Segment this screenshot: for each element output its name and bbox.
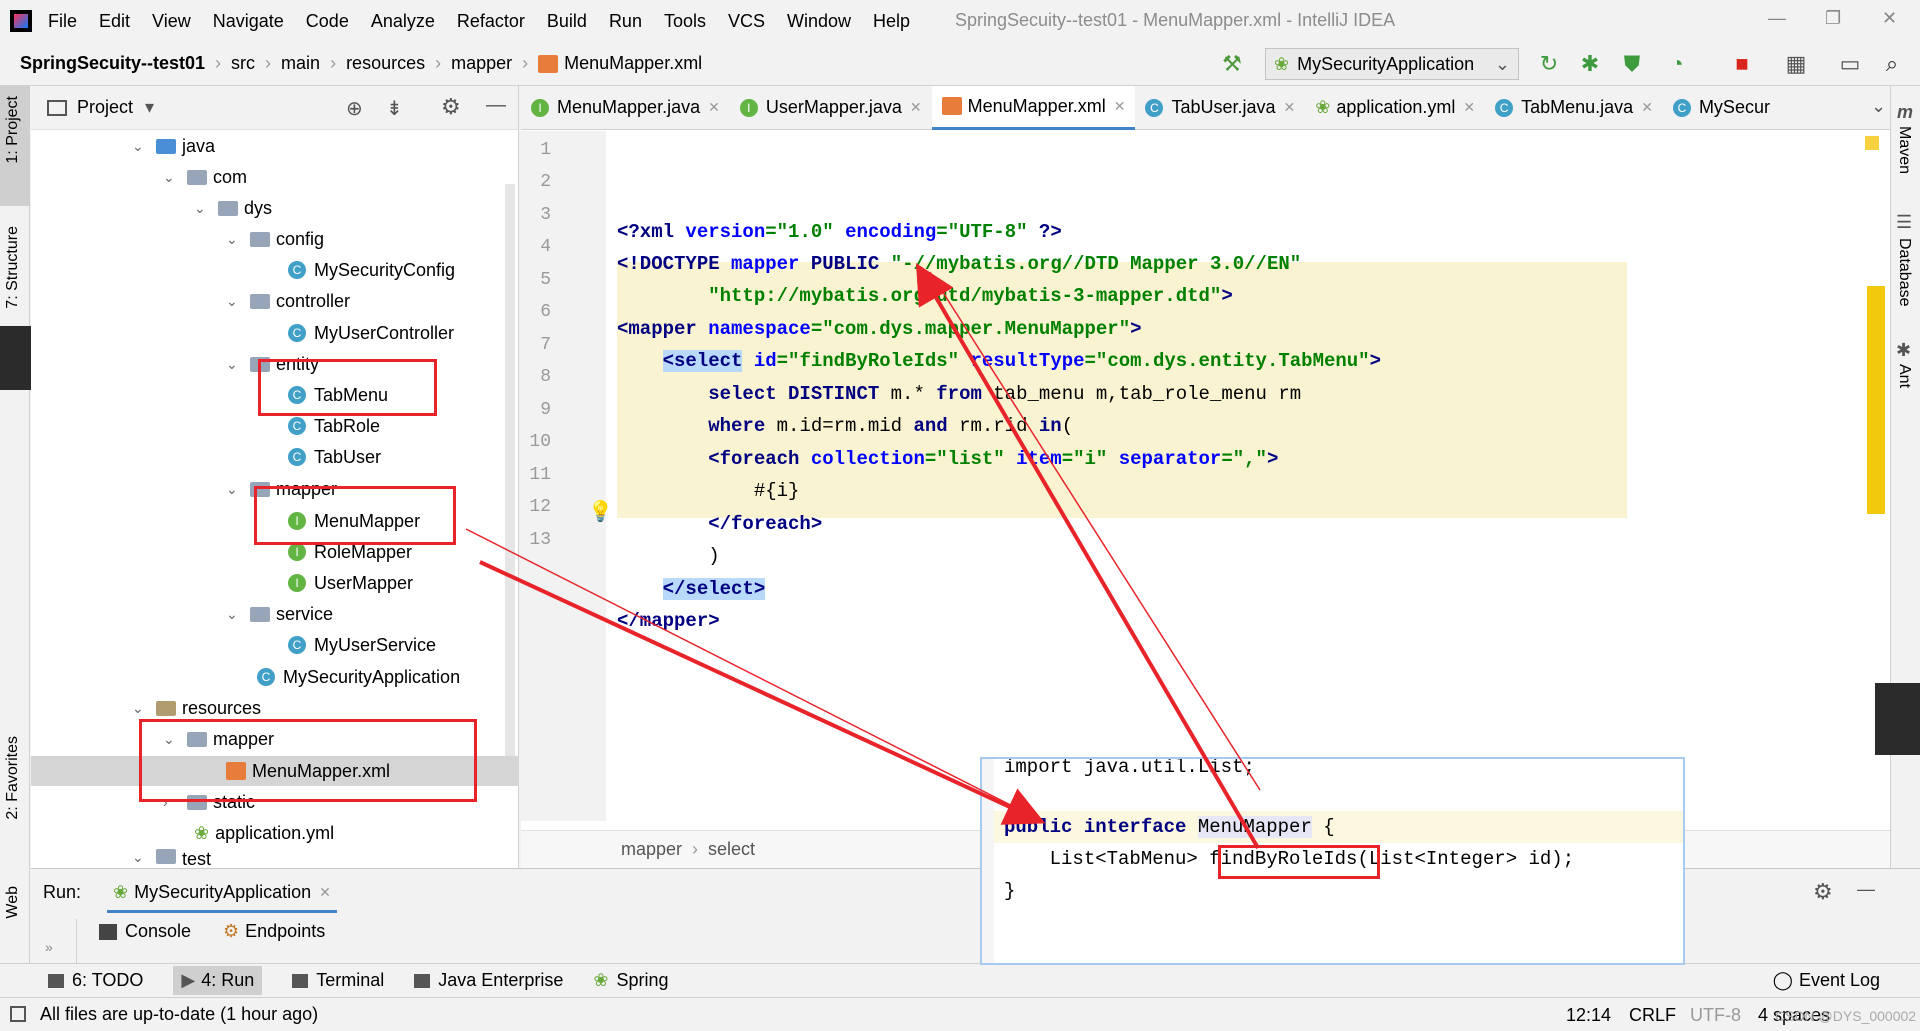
annotation-arrows bbox=[465, 263, 1261, 850]
arrow-line-thin bbox=[465, 528, 1041, 821]
arrow-to-interface bbox=[479, 560, 1046, 825]
arrow-line-thin-2 bbox=[929, 271, 1261, 791]
arrow-to-select-id bbox=[915, 263, 1260, 850]
